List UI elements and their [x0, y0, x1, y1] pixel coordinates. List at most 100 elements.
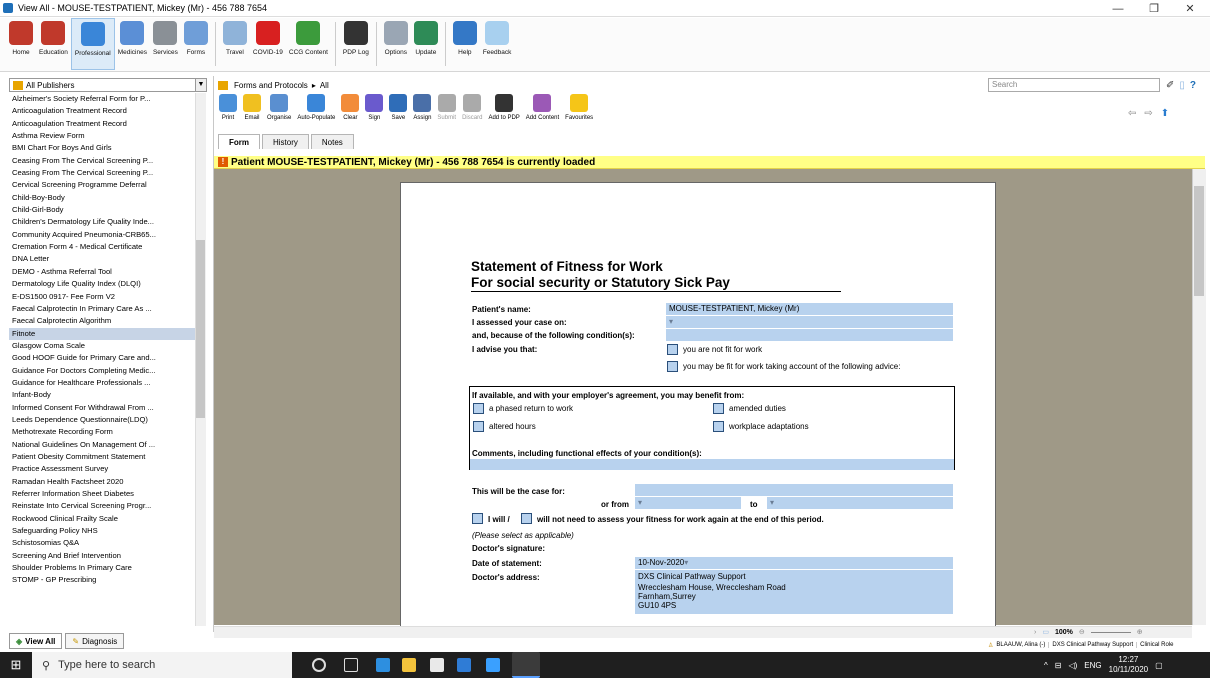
ribbon-medicines-button[interactable]: Medicines — [115, 18, 150, 70]
publisher-select[interactable]: All Publishers ▼ — [9, 78, 207, 92]
chevron-up-icon[interactable]: ^ — [1044, 661, 1048, 670]
form-list-item[interactable]: Reinstate Into Cervical Screening Progr.… — [9, 500, 195, 512]
form-list-item[interactable]: Ceasing From The Cervical Screening P... — [9, 167, 195, 179]
up-arrow-icon[interactable]: ⬆ — [1161, 108, 1169, 122]
to-date-field[interactable]: ▾ — [767, 497, 953, 509]
zoom-slider[interactable] — [1090, 631, 1131, 633]
mail-icon[interactable] — [457, 658, 471, 672]
add-to-pdp-button[interactable]: Add to PDP — [485, 93, 522, 129]
zoom-in-icon[interactable]: ⊕ — [1137, 628, 1143, 636]
document-scroll-thumb[interactable] — [1194, 186, 1204, 296]
app-icon[interactable] — [486, 658, 500, 672]
taskbar-search[interactable]: ⚲ Type here to search — [32, 652, 292, 678]
may-be-fit-checkbox[interactable] — [667, 361, 678, 372]
dxs-app-taskbar-icon[interactable] — [512, 652, 540, 678]
ribbon-options-button[interactable]: Options — [381, 18, 411, 70]
form-list-item[interactable]: Cremation Form 4 - Medical Certificate — [9, 241, 195, 253]
form-list-item[interactable]: Safeguarding Policy NHS — [9, 525, 195, 537]
will-not-checkbox[interactable] — [521, 513, 532, 524]
form-list-item[interactable]: Faecal Calprotectin In Primary Care As .… — [9, 303, 195, 315]
restore-button[interactable]: ❐ — [1136, 0, 1172, 17]
form-list-item[interactable]: Glasgow Coma Scale — [9, 340, 195, 352]
form-list-item[interactable]: Good HOOF Guide for Primary Care and... — [9, 352, 195, 364]
document-icon[interactable]: ▯ — [1179, 80, 1185, 91]
form-list-item[interactable]: Fitnote — [9, 327, 195, 340]
ribbon-professional-button[interactable]: Professional — [70, 18, 115, 70]
volume-icon[interactable]: ◁) — [1068, 661, 1077, 670]
form-list-item[interactable]: DNA Letter — [9, 253, 195, 265]
print-button[interactable]: Print — [216, 93, 240, 129]
form-list-scroll-thumb[interactable] — [196, 240, 205, 418]
breadcrumb-leaf[interactable]: All — [320, 81, 329, 90]
assign-button[interactable]: Assign — [410, 93, 434, 129]
form-list-item[interactable]: Schistosomias Q&A — [9, 537, 195, 549]
chevron-down-icon[interactable]: ▼ — [195, 79, 206, 91]
zoom-out-icon[interactable]: ⊖ — [1079, 628, 1085, 636]
ribbon-feedback-button[interactable]: Feedback — [480, 18, 515, 70]
form-list-item[interactable]: Community Acquired Pneumonia-CRB65... — [9, 229, 195, 241]
ribbon-forms-button[interactable]: Forms — [181, 18, 211, 70]
favourites-button[interactable]: Favourites — [562, 93, 596, 129]
form-list-item[interactable]: STOMP - GP Prescribing — [9, 574, 195, 586]
tab-diagnosis[interactable]: ✎ Diagnosis — [65, 633, 125, 649]
clear-button[interactable]: Clear — [338, 93, 362, 129]
form-list-item[interactable]: Ceasing From The Cervical Screening P... — [9, 155, 195, 167]
auto-populate-button[interactable]: Auto-Populate — [294, 93, 338, 129]
doctor-address-field[interactable]: DXS Clinical Pathway Support Wrecclesham… — [635, 570, 953, 614]
ribbon-covid-19-button[interactable]: COVID-19 — [250, 18, 286, 70]
form-list-item[interactable]: Alzheimer's Society Referral Form for P.… — [9, 93, 195, 105]
form-list-item[interactable]: DEMO - Asthma Referral Tool — [9, 266, 195, 278]
help-icon[interactable]: ? — [1190, 80, 1196, 91]
form-list-item[interactable]: Child-Boy-Body — [9, 192, 195, 204]
tab-history[interactable]: History — [262, 134, 309, 149]
ribbon-travel-button[interactable]: Travel — [220, 18, 250, 70]
ribbon-home-button[interactable]: Home — [6, 18, 36, 70]
form-list-item[interactable]: Anticoagulation Treatment Record — [9, 118, 195, 130]
patient-name-field[interactable]: MOUSE-TESTPATIENT, Mickey (Mr) — [666, 303, 953, 315]
form-list-item[interactable]: Methotrexate Recording Form — [9, 426, 195, 438]
workplace-adaptations-checkbox[interactable] — [713, 421, 724, 432]
store-icon[interactable] — [430, 658, 444, 672]
amended-duties-checkbox[interactable] — [713, 403, 724, 414]
tab-notes[interactable]: Notes — [310, 134, 354, 149]
form-list-item[interactable]: Faecal Calprotectin Algorithm — [9, 315, 195, 327]
ribbon-help-button[interactable]: Help — [450, 18, 480, 70]
clock[interactable]: 12:27 10/11/2020 — [1109, 655, 1148, 675]
chevron-right-icon[interactable]: › — [1034, 629, 1036, 636]
assessed-date-field[interactable]: ▾ — [666, 316, 953, 328]
form-list-item[interactable]: Child-Girl-Body — [9, 204, 195, 216]
form-list-item[interactable]: Dermatology Life Quality Index (DLQI) — [9, 278, 195, 290]
back-arrow-icon[interactable]: ⇦ — [1128, 108, 1136, 122]
tab-form[interactable]: Form — [218, 134, 260, 149]
case-for-field[interactable] — [635, 484, 953, 496]
form-list-item[interactable]: Guidance For Doctors Completing Medic... — [9, 365, 195, 377]
email-button[interactable]: Email — [240, 93, 264, 129]
organise-button[interactable]: Organise — [264, 93, 294, 129]
form-list-item[interactable]: Cervical Screening Programme Deferral — [9, 179, 195, 191]
not-fit-checkbox[interactable] — [667, 344, 678, 355]
edge-icon[interactable] — [376, 658, 390, 672]
phased-return-checkbox[interactable] — [473, 403, 484, 414]
form-list-item[interactable]: Shoulder Problems In Primary Care — [9, 562, 195, 574]
condition-field[interactable] — [666, 329, 953, 341]
form-list-item[interactable]: Informed Consent For Withdrawal From ... — [9, 402, 195, 414]
forward-arrow-icon[interactable]: ⇨ — [1144, 108, 1152, 122]
minimize-button[interactable]: — — [1100, 0, 1136, 17]
form-list-item[interactable]: Guidance for Healthcare Professionals ..… — [9, 377, 195, 389]
date-of-statement-field[interactable]: 10-Nov-2020▾ — [635, 557, 953, 569]
breadcrumb-root[interactable]: Forms and Protocols — [234, 81, 308, 90]
form-list-item[interactable]: Practice Assessment Survey — [9, 463, 195, 475]
form-list-item[interactable]: Ramadan Health Factsheet 2020 — [9, 476, 195, 488]
discard-button[interactable]: Discard — [459, 93, 485, 129]
form-list-item[interactable]: Rockwood Clinical Frailty Scale — [9, 513, 195, 525]
form-list-item[interactable]: E-DS1500 0917- Fee Form V2 — [9, 291, 195, 303]
notification-icon[interactable]: ▢ — [1155, 661, 1163, 670]
form-list-item[interactable]: Infant-Body — [9, 389, 195, 401]
ribbon-pdp-log-button[interactable]: PDP Log — [340, 18, 372, 70]
windows-start-button[interactable]: ⊞ — [0, 652, 32, 678]
form-list-item[interactable]: Screening And Brief Intervention — [9, 550, 195, 562]
form-list-item[interactable]: BMI Chart For Boys And Girls — [9, 142, 195, 154]
file-explorer-icon[interactable] — [402, 658, 416, 672]
form-list-item[interactable]: Patient Obesity Commitment Statement — [9, 451, 195, 463]
form-list-item[interactable]: Asthma Review Form — [9, 130, 195, 142]
